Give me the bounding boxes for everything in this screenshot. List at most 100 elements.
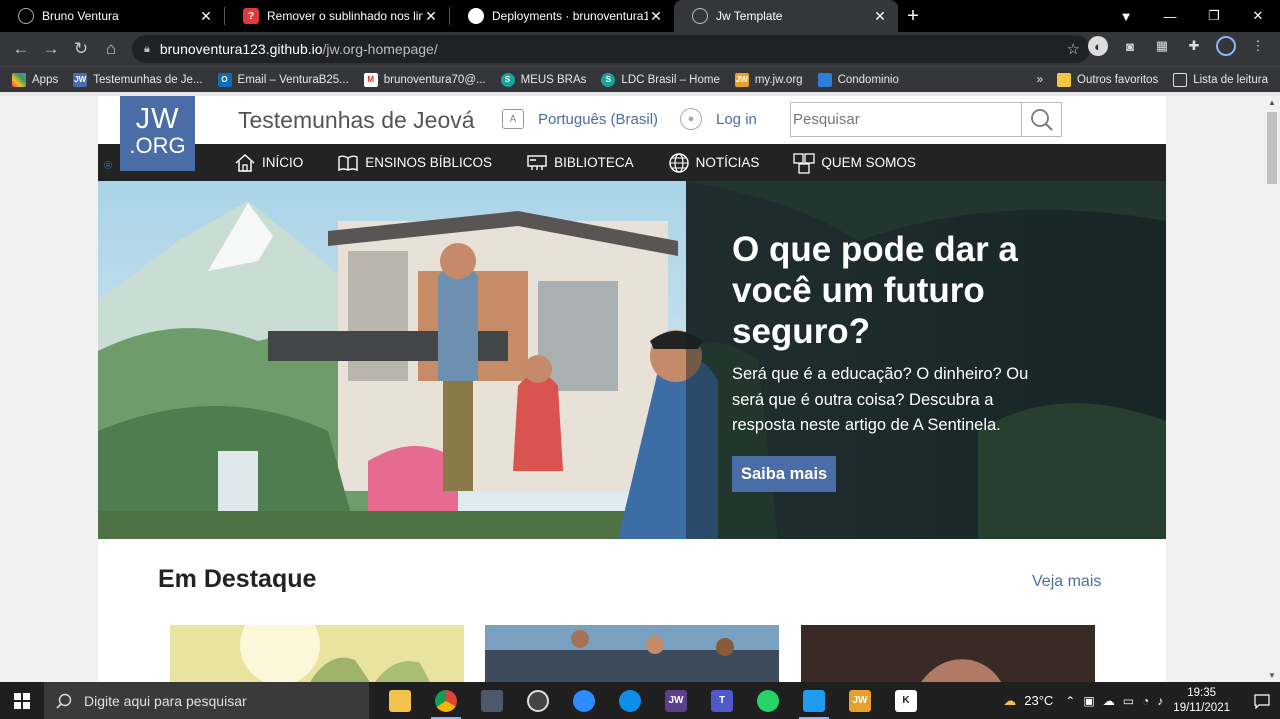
reload-icon[interactable]: ↻	[66, 39, 96, 59]
jw-logo[interactable]: JW .ORG	[120, 96, 195, 171]
featured-card[interactable]	[170, 625, 464, 682]
onedrive-icon[interactable]: ☁	[1103, 694, 1115, 708]
other-bookmarks-folder[interactable]: Outros favoritos	[1057, 73, 1158, 87]
site-nav: ® INÍCIO ENSINOS BÍBLICOS BIBLIOTECA NOT…	[98, 144, 1166, 181]
page-scrollbar[interactable]: ▲ ▼	[1264, 96, 1280, 682]
obs-icon[interactable]	[515, 682, 561, 719]
scroll-up-icon[interactable]: ▲	[1264, 98, 1280, 107]
address-bar[interactable]: 🔒︎ brunoventura123.github.io /jw.org-hom…	[132, 35, 1090, 63]
clock[interactable]: 19:35 19/11/2021	[1173, 686, 1230, 716]
puzzle-icon[interactable]: ✚	[1184, 36, 1204, 56]
tab-remover-sublinhado[interactable]: ? Remover o sublinhado nos links c ✕	[225, 0, 449, 32]
tab-bruno-ventura[interactable]: Bruno Ventura ✕	[0, 0, 224, 32]
wifi-icon[interactable]: ◔	[1142, 694, 1149, 708]
bookmark-star-icon[interactable]: ☆	[1067, 40, 1080, 58]
volume-icon[interactable]: ♪	[1157, 694, 1163, 708]
tab-deployments[interactable]: Deployments · brunoventura123/ ✕	[450, 0, 674, 32]
bookmark-email[interactable]: O Email – VenturaB25...	[217, 72, 349, 87]
profile-avatar[interactable]	[1216, 36, 1236, 56]
logo-line-2: .ORG	[129, 133, 186, 158]
card-image	[170, 625, 464, 682]
camera-extension-icon[interactable]: ◙	[1120, 36, 1140, 56]
date: 19/11/2021	[1173, 701, 1230, 714]
nav-biblioteca[interactable]: BIBLIOTECA	[526, 154, 634, 172]
chrome-icon[interactable]	[423, 682, 469, 719]
calculator-icon[interactable]	[469, 682, 515, 719]
zoom-icon[interactable]	[561, 682, 607, 719]
close-tab-icon[interactable]: ✕	[872, 8, 888, 25]
language-selector[interactable]: A Português (Brasil)	[502, 109, 658, 129]
github-icon	[468, 8, 484, 24]
nav-quem-somos[interactable]: QUEM SOMOS	[793, 152, 916, 174]
scrollbar-thumb[interactable]	[1267, 112, 1277, 184]
bookmark-gmail[interactable]: M brunoventura70@...	[363, 72, 486, 87]
nav-ensinos-biblicos[interactable]: ENSINOS BÍBLICOS	[337, 154, 492, 172]
minimize-button[interactable]: —	[1148, 9, 1192, 24]
globe-icon	[668, 152, 689, 173]
maximize-button[interactable]: ❐	[1192, 8, 1236, 24]
tray-icons: ⌃ ▣ ☁ ▭ ◔ ♪	[1065, 694, 1163, 708]
nav-noticias[interactable]: NOTÍCIAS	[668, 152, 760, 174]
site-header: JW .ORG Testemunhas de Jeová A Português…	[98, 96, 1166, 171]
meet-now-icon[interactable]: ▣	[1083, 694, 1094, 708]
vscode-icon[interactable]	[791, 682, 837, 719]
site-name[interactable]: Testemunhas de Jeová	[238, 107, 475, 134]
nav-label: INÍCIO	[262, 155, 304, 170]
bookmark-testemunhas[interactable]: JW Testemunhas de Je...	[73, 72, 203, 87]
bookmark-my-jw[interactable]: JW my.jw.org	[734, 72, 803, 87]
notifications-icon[interactable]	[1244, 693, 1280, 709]
tab-search-icon[interactable]: ▼	[1104, 9, 1148, 24]
browser-tab-strip: Bruno Ventura ✕ ? Remover o sublinhado n…	[0, 0, 1280, 32]
url-host: brunoventura123.github.io	[159, 41, 323, 57]
bookmarks-overflow-button[interactable]: »	[1037, 74, 1043, 86]
reading-list-button[interactable]: Lista de leitura	[1173, 73, 1268, 87]
forward-icon[interactable]: →	[36, 39, 66, 59]
card-image	[801, 625, 1095, 682]
back-icon[interactable]: ←	[6, 39, 36, 59]
teams-icon[interactable]: T	[699, 682, 745, 719]
featured-card[interactable]	[485, 625, 779, 682]
file-explorer-icon[interactable]	[377, 682, 423, 719]
whatsapp-icon[interactable]	[745, 682, 791, 719]
close-tab-icon[interactable]: ✕	[648, 8, 664, 25]
tab-jw-template[interactable]: Jw Template ✕	[674, 0, 898, 32]
see-more-link[interactable]: Veja mais	[1032, 573, 1101, 591]
menu-icon[interactable]: ⋮	[1248, 36, 1268, 56]
hero-text: O que pode dar a você um futuro seguro? …	[732, 229, 1052, 439]
jw-icon[interactable]: JW	[837, 682, 883, 719]
scroll-down-icon[interactable]: ▼	[1264, 671, 1280, 680]
close-tab-icon[interactable]: ✕	[423, 8, 439, 25]
close-window-button[interactable]: ✕	[1236, 8, 1280, 24]
saiba-mais-button[interactable]: Saiba mais	[732, 456, 837, 492]
extension-icon[interactable]: ▦	[1152, 36, 1172, 56]
featured-card[interactable]	[801, 625, 1095, 682]
taskbar-search[interactable]: Digite aqui para pesquisar	[44, 682, 369, 719]
bookmark-label: MEUS BRAs	[520, 73, 587, 86]
bookmark-apps[interactable]: Apps	[12, 72, 58, 87]
sharepoint-icon: S	[601, 72, 616, 87]
weather-widget[interactable]: ☁ 23°C	[1003, 693, 1053, 709]
chevron-up-icon[interactable]: ⌃	[1065, 694, 1075, 708]
hero-description: Será que é a educação? O dinheiro? Ou se…	[732, 365, 1029, 434]
nav-inicio[interactable]: INÍCIO	[234, 153, 303, 173]
url-path: /jw.org-homepage/	[322, 41, 438, 57]
app-tile: JW	[665, 689, 687, 712]
windows-start-button[interactable]	[0, 682, 44, 719]
new-tab-button[interactable]: +	[898, 5, 928, 28]
battery-icon[interactable]: ▭	[1123, 694, 1134, 708]
bookmark-label: Testemunhas de Je...	[93, 73, 203, 86]
jw-library-icon[interactable]: JW	[653, 682, 699, 719]
bookmark-condominio[interactable]: Condominio	[817, 72, 899, 87]
close-tab-icon[interactable]: ✕	[198, 8, 214, 25]
nav-label: NOTÍCIAS	[695, 155, 760, 170]
extension-icon[interactable]: ◐	[1088, 36, 1108, 56]
k-app-icon[interactable]: K	[883, 682, 929, 719]
bookmark-ldc-brasil[interactable]: S LDC Brasil – Home	[601, 72, 720, 87]
bookmark-meus-bras[interactable]: S MEUS BRAs	[500, 72, 587, 87]
login-link[interactable]: ● Log in	[680, 108, 757, 130]
search-input[interactable]	[791, 103, 1021, 136]
people-icon	[793, 152, 816, 174]
home-icon[interactable]: ⌂	[96, 39, 126, 59]
teamviewer-icon[interactable]	[607, 682, 653, 719]
search-button[interactable]	[1021, 103, 1061, 136]
